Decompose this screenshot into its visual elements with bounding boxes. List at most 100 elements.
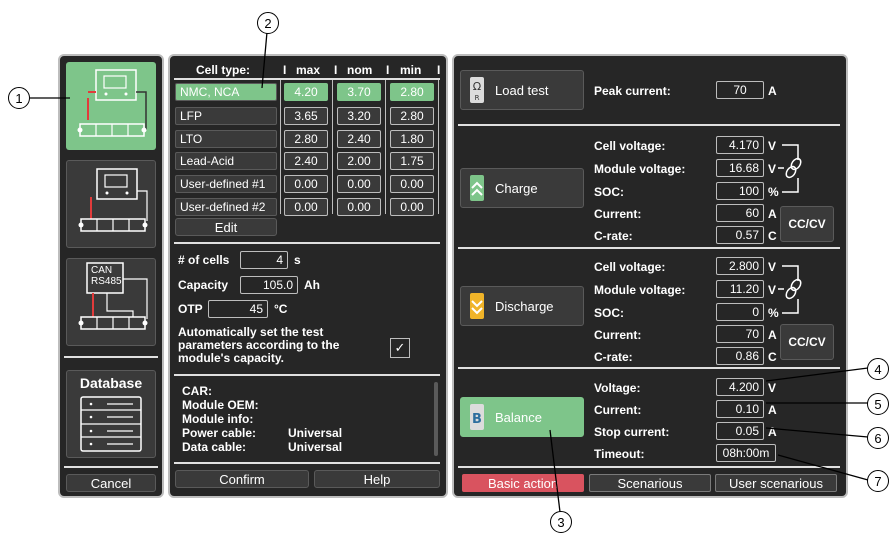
col-divider [385, 80, 386, 214]
user2-nom[interactable]: 0.00 [337, 198, 381, 216]
col-sep: I [386, 63, 390, 77]
lfp-max[interactable]: 3.65 [284, 107, 328, 125]
discharge-label: Discharge [495, 298, 554, 314]
charge-link-icon[interactable] [778, 136, 806, 206]
balance-timeout-label: Timeout: [594, 447, 645, 461]
section-divider [174, 374, 440, 376]
discharge-link-icon[interactable] [778, 257, 806, 327]
can-label: CAN [91, 265, 113, 276]
charge-current-label: Current: [594, 207, 642, 221]
load-test-label: Load test [495, 82, 549, 98]
nmc-min[interactable]: 2.80 [390, 83, 434, 101]
auto-set-checkbox[interactable]: ✓ [390, 338, 410, 358]
col-divider [332, 80, 333, 214]
confirm-button[interactable]: Confirm [175, 470, 309, 488]
discharge-cell-voltage-input[interactable]: 2.800 [716, 257, 764, 275]
user1-max[interactable]: 0.00 [284, 175, 328, 193]
peak-current-input[interactable]: 70 [716, 81, 764, 99]
charge-current-input[interactable]: 60 [716, 204, 764, 222]
col-divider [280, 80, 281, 214]
charge-button[interactable]: Charge [460, 168, 584, 208]
charge-cell-voltage-input[interactable]: 4.170 [716, 136, 764, 154]
help-button[interactable]: Help [314, 470, 440, 488]
load-test-button[interactable]: Ω R Load test [460, 70, 584, 110]
balance-voltage-input[interactable]: 4.200 [716, 378, 764, 396]
discharge-mode-button[interactable]: CC/CV [780, 324, 834, 360]
balance-current-unit: A [768, 403, 777, 417]
lfp-min[interactable]: 2.80 [390, 107, 434, 125]
charge-current-unit: A [768, 207, 777, 221]
discharge-module-voltage-input[interactable]: 11.20 [716, 280, 764, 298]
lto-nom[interactable]: 2.40 [337, 130, 381, 148]
charge-soc-input[interactable]: 100 [716, 182, 764, 200]
tab-basic-action[interactable]: Basic action [462, 474, 584, 492]
callout-4: 4 [867, 358, 889, 380]
nmc-nom[interactable]: 3.70 [337, 83, 381, 101]
cell-type-lead-acid[interactable]: Lead-Acid [175, 152, 277, 170]
discharge-crate-input[interactable]: 0.86 [716, 347, 764, 365]
section-divider [458, 466, 840, 468]
lto-max[interactable]: 2.80 [284, 130, 328, 148]
balance-current-input[interactable]: 0.10 [716, 400, 764, 418]
balance-voltage-label: Voltage: [594, 381, 641, 395]
tab-user-scenarious[interactable]: User scenarious [715, 474, 837, 492]
lead-nom[interactable]: 2.00 [337, 152, 381, 170]
profile-1-button[interactable] [66, 62, 156, 150]
section-divider [174, 242, 440, 244]
cell-type-lto[interactable]: LTO [175, 130, 277, 148]
user1-min[interactable]: 0.00 [390, 175, 434, 193]
balance-button[interactable]: B Balance [460, 397, 584, 437]
user2-max[interactable]: 0.00 [284, 198, 328, 216]
discharge-current-input[interactable]: 70 [716, 325, 764, 343]
callout-2: 2 [257, 12, 279, 34]
cell-type-user-1[interactable]: User-defined #1 [175, 175, 277, 193]
otp-label: OTP [178, 302, 203, 316]
peak-current-label: Peak current: [594, 84, 671, 98]
profile-2-button[interactable] [66, 160, 156, 248]
edit-button[interactable]: Edit [175, 218, 277, 236]
otp-input[interactable]: 45 [208, 300, 268, 318]
col-sep: I [334, 63, 338, 77]
balance-stop-current-input[interactable]: 0.05 [716, 422, 764, 440]
discharge-crate-unit: C [768, 350, 777, 364]
col-sep: I [437, 63, 441, 77]
database-button[interactable]: Database [66, 370, 156, 458]
charge-mode-button[interactable]: CC/CV [780, 206, 834, 242]
database-icon [80, 396, 142, 452]
balance-timeout-input[interactable]: 08h:00m [716, 444, 776, 462]
charge-soc-label: SOC: [594, 185, 624, 199]
profile-3-button[interactable]: CAN RS485 [66, 258, 156, 346]
cell-type-nmc[interactable]: NMC, NCA [175, 83, 277, 101]
min-header: min [400, 63, 422, 77]
capacity-unit: Ah [304, 278, 320, 292]
section-divider [458, 124, 840, 126]
discharge-soc-input[interactable]: 0 [716, 303, 764, 321]
lfp-nom[interactable]: 3.20 [337, 107, 381, 125]
info-module-label: Module info: [182, 412, 254, 426]
cell-type-user-2[interactable]: User-defined #2 [175, 198, 277, 216]
callout-1: 1 [8, 87, 30, 109]
lto-min[interactable]: 1.80 [390, 130, 434, 148]
discharge-cell-voltage-unit: V [768, 260, 777, 274]
charge-module-voltage-input[interactable]: 16.68 [716, 159, 764, 177]
discharge-button[interactable]: Discharge [460, 286, 584, 326]
info-scrollbar[interactable] [434, 382, 438, 456]
balance-current-label: Current: [594, 403, 642, 417]
nmc-max[interactable]: 4.20 [284, 83, 328, 101]
user1-nom[interactable]: 0.00 [337, 175, 381, 193]
capacity-input[interactable]: 105.0 [240, 276, 298, 294]
discharge-module-voltage-label: Module voltage: [594, 283, 686, 297]
info-car-label: CAR: [182, 384, 212, 398]
discharge-crate-label: C-rate: [594, 350, 633, 364]
cell-type-lfp[interactable]: LFP [175, 107, 277, 125]
lead-max[interactable]: 2.40 [284, 152, 328, 170]
cells-count-input[interactable]: 4 [240, 251, 288, 269]
lead-min[interactable]: 1.75 [390, 152, 434, 170]
charge-crate-input[interactable]: 0.57 [716, 226, 764, 244]
cancel-button[interactable]: Cancel [66, 474, 156, 492]
tab-scenarious[interactable]: Scenarious [589, 474, 711, 492]
user2-min[interactable]: 0.00 [390, 198, 434, 216]
section-divider [458, 367, 840, 369]
svg-text:R: R [475, 94, 480, 102]
module-info-box: CAR: Module OEM: Module info: Power cabl… [174, 380, 438, 458]
